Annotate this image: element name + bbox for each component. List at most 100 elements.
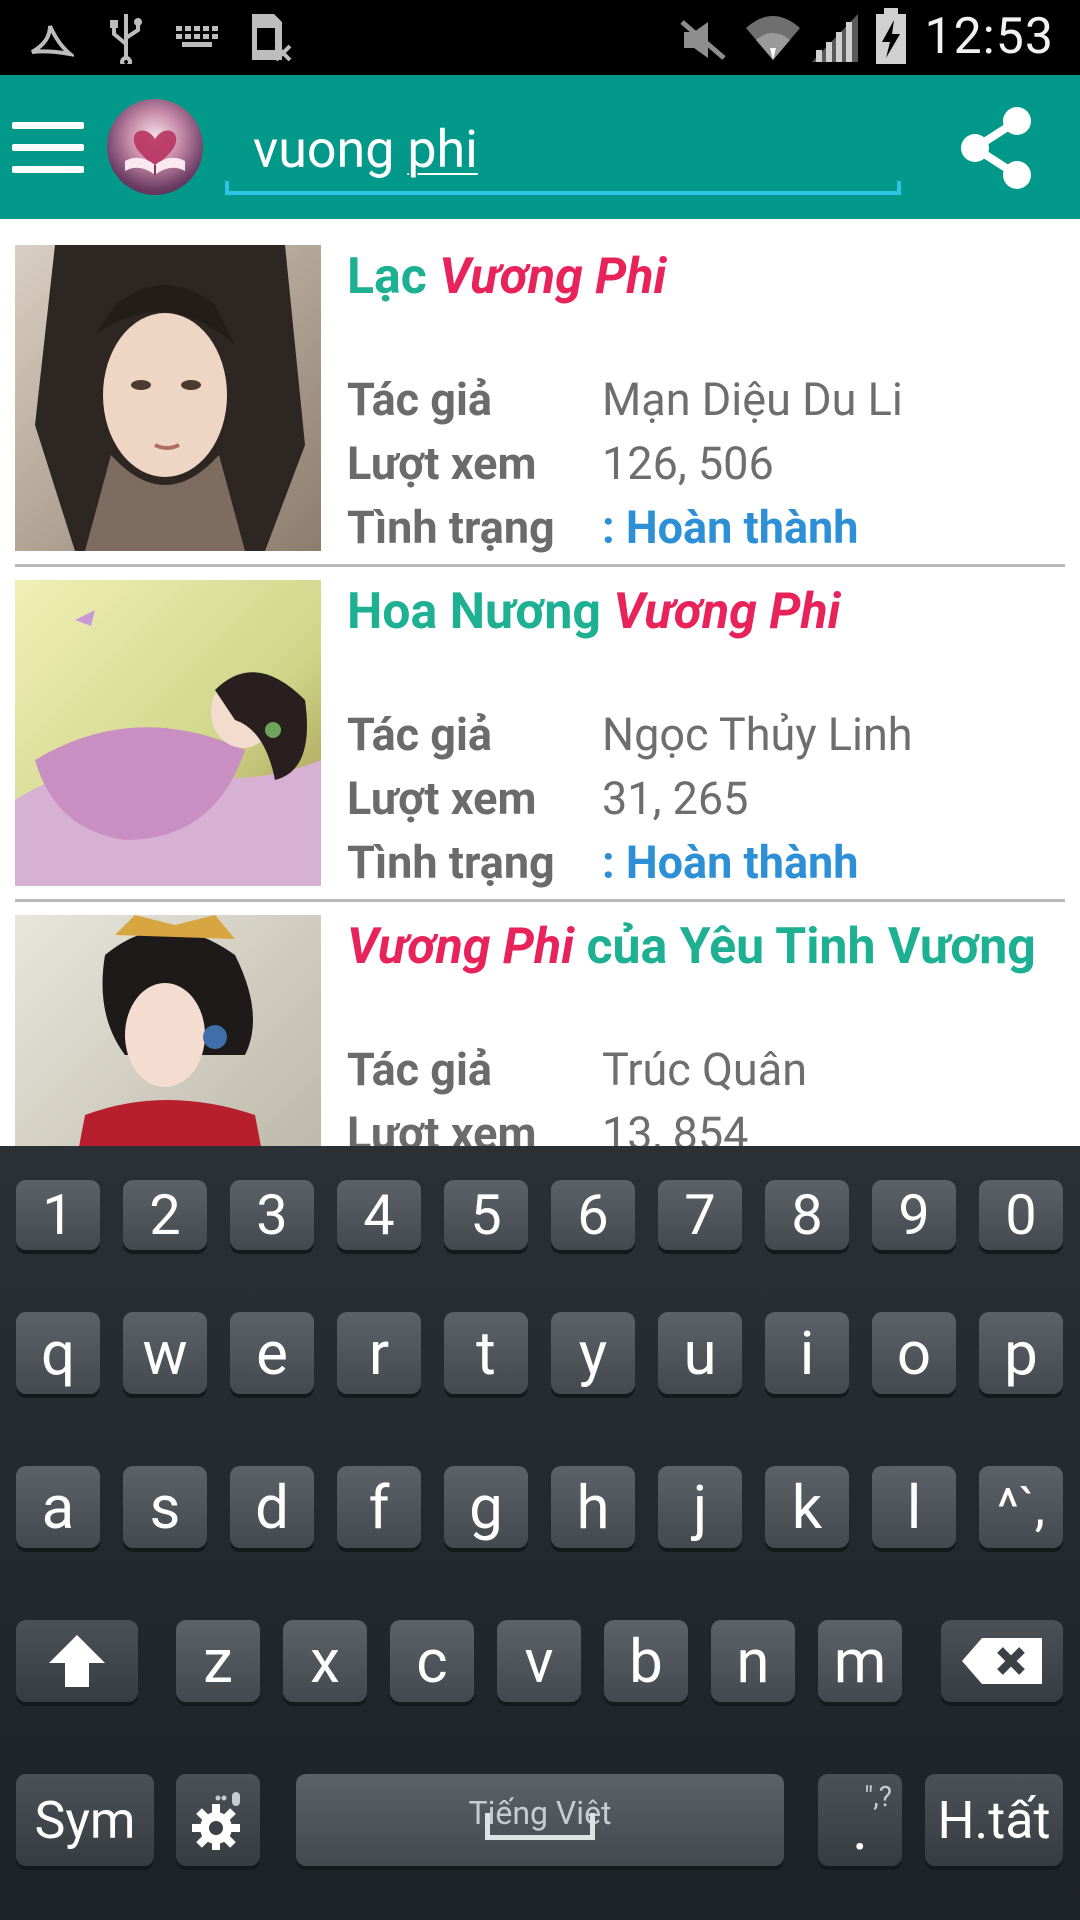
list-item[interactable]: Hoa Nương Vương Phi Tác giả Ngọc Thủy Li… bbox=[15, 580, 1065, 889]
search-input-value: vuong phi bbox=[253, 119, 478, 180]
shift-key[interactable] bbox=[16, 1620, 138, 1702]
key-w[interactable]: w bbox=[123, 1312, 207, 1394]
search-input-value-part1: vuong bbox=[253, 119, 408, 180]
story-cover-image bbox=[15, 580, 321, 886]
key-c[interactable]: c bbox=[390, 1620, 474, 1702]
key-y[interactable]: y bbox=[551, 1312, 635, 1394]
author-value: Ngọc Thủy Linh bbox=[602, 708, 913, 761]
list-divider bbox=[15, 564, 1065, 567]
status-value: : Hoàn thành bbox=[602, 501, 859, 554]
period-key-secondary: ",? bbox=[864, 1780, 892, 1813]
key-8[interactable]: 8 bbox=[765, 1180, 849, 1250]
status-label: Tình trạng bbox=[347, 501, 555, 554]
key-5[interactable]: 5 bbox=[444, 1180, 528, 1250]
key-a[interactable]: a bbox=[16, 1466, 100, 1548]
search-input[interactable]: vuong phi bbox=[225, 91, 901, 203]
key-p[interactable]: p bbox=[979, 1312, 1063, 1394]
story-title-part: của Yêu Tinh Vương bbox=[574, 918, 1036, 976]
key-r[interactable]: r bbox=[337, 1312, 421, 1394]
book-heart-icon bbox=[125, 130, 185, 175]
key-m[interactable]: m bbox=[818, 1620, 902, 1702]
story-title: Lạc Vương Phi bbox=[347, 245, 1062, 310]
sym-key[interactable]: Sym bbox=[16, 1774, 154, 1866]
app-logo bbox=[107, 99, 203, 195]
space-bar-icon bbox=[485, 1813, 595, 1840]
done-key[interactable]: H.tất bbox=[925, 1774, 1063, 1866]
story-title-part: Lạc bbox=[347, 248, 440, 306]
key-l[interactable]: l bbox=[872, 1466, 956, 1548]
search-input-value-part2: phi bbox=[407, 119, 478, 180]
key-s[interactable]: s bbox=[123, 1466, 207, 1548]
story-cover-image bbox=[15, 245, 321, 551]
key-7[interactable]: 7 bbox=[658, 1180, 742, 1250]
key-f[interactable]: f bbox=[337, 1466, 421, 1548]
moon-bird-icon bbox=[30, 25, 74, 57]
story-title: Vương Phi của Yêu Tinh Vương bbox=[347, 915, 1062, 980]
key-k[interactable]: k bbox=[765, 1466, 849, 1548]
backspace-icon bbox=[962, 1638, 1042, 1684]
story-info: Vương Phi của Yêu Tinh Vương Tác giả Trú… bbox=[347, 915, 1062, 1146]
key-e[interactable]: e bbox=[230, 1312, 314, 1394]
share-icon[interactable] bbox=[955, 103, 1039, 193]
story-title: Hoa Nương Vương Phi bbox=[347, 580, 1062, 645]
key-b[interactable]: b bbox=[604, 1620, 688, 1702]
views-label: Lượt xem bbox=[347, 437, 537, 490]
keyboard-settings-key[interactable] bbox=[176, 1774, 260, 1866]
author-label: Tác giả bbox=[347, 1043, 492, 1096]
story-cover-image bbox=[15, 915, 321, 1146]
key-u[interactable]: u bbox=[658, 1312, 742, 1394]
usb-icon bbox=[110, 14, 142, 64]
key-3[interactable]: 3 bbox=[230, 1180, 314, 1250]
mute-icon bbox=[680, 20, 726, 60]
key-6[interactable]: 6 bbox=[551, 1180, 635, 1250]
wifi-icon bbox=[746, 16, 800, 60]
keyboard-icon bbox=[176, 26, 218, 47]
key-t[interactable]: t bbox=[444, 1312, 528, 1394]
shift-arrow-icon bbox=[49, 1635, 105, 1687]
list-item[interactable]: Lạc Vương Phi Tác giả Mạn Diệu Du Li Lượ… bbox=[15, 245, 1065, 554]
story-info: Hoa Nương Vương Phi Tác giả Ngọc Thủy Li… bbox=[347, 580, 1062, 889]
author-label: Tác giả bbox=[347, 373, 492, 426]
views-label: Lượt xem bbox=[347, 1107, 537, 1146]
status-bar: 12:53 bbox=[0, 0, 1080, 75]
author-label: Tác giả bbox=[347, 708, 492, 761]
backspace-key[interactable] bbox=[941, 1620, 1063, 1702]
period-key[interactable]: ",? . bbox=[818, 1774, 902, 1866]
key-h[interactable]: h bbox=[551, 1466, 635, 1548]
author-value: Trúc Quân bbox=[602, 1043, 808, 1096]
list-item[interactable]: Vương Phi của Yêu Tinh Vương Tác giả Trú… bbox=[15, 915, 1065, 1146]
story-title-highlight: Vương Phi bbox=[613, 583, 841, 641]
key-2[interactable]: 2 bbox=[123, 1180, 207, 1250]
key-9[interactable]: 9 bbox=[872, 1180, 956, 1250]
status-value: : Hoàn thành bbox=[602, 836, 859, 889]
hamburger-menu-icon[interactable] bbox=[12, 122, 84, 174]
key-z[interactable]: z bbox=[176, 1620, 260, 1702]
story-title-highlight: Vương Phi bbox=[439, 248, 667, 306]
author-value: Mạn Diệu Du Li bbox=[602, 373, 903, 426]
status-label: Tình trạng bbox=[347, 836, 555, 889]
key-g[interactable]: g bbox=[444, 1466, 528, 1548]
key-o[interactable]: o bbox=[872, 1312, 956, 1394]
key-1[interactable]: 1 bbox=[16, 1180, 100, 1250]
app-toolbar: vuong phi bbox=[0, 75, 1080, 219]
key-d[interactable]: d bbox=[230, 1466, 314, 1548]
views-value: 13, 854 bbox=[602, 1107, 749, 1146]
key-4[interactable]: 4 bbox=[337, 1180, 421, 1250]
key-v[interactable]: v bbox=[497, 1620, 581, 1702]
story-title-highlight: Vương Phi bbox=[347, 918, 575, 976]
status-time: 12:53 bbox=[924, 8, 1054, 66]
key-x[interactable]: x bbox=[283, 1620, 367, 1702]
key-q[interactable]: q bbox=[16, 1312, 100, 1394]
key-n[interactable]: n bbox=[711, 1620, 795, 1702]
space-key[interactable]: Tiếng Việt bbox=[296, 1774, 784, 1866]
key-0[interactable]: 0 bbox=[979, 1180, 1063, 1250]
key-tone-marks[interactable]: ^`, bbox=[979, 1466, 1063, 1548]
story-result-list: Lạc Vương Phi Tác giả Mạn Diệu Du Li Lượ… bbox=[0, 219, 1080, 1146]
search-input-underline bbox=[225, 181, 901, 195]
views-value: 126, 506 bbox=[602, 437, 774, 490]
gear-icon bbox=[192, 1792, 240, 1850]
views-value: 31, 265 bbox=[602, 772, 749, 825]
key-j[interactable]: j bbox=[658, 1466, 742, 1548]
story-info: Lạc Vương Phi Tác giả Mạn Diệu Du Li Lượ… bbox=[347, 245, 1062, 554]
key-i[interactable]: i bbox=[765, 1312, 849, 1394]
